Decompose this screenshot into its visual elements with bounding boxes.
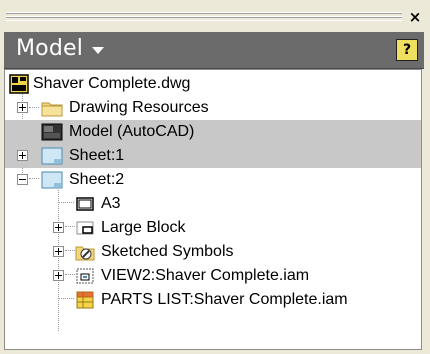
tree-item-view2[interactable]: VIEW2:Shaver Complete.iam xyxy=(5,264,421,288)
tree-item-sketched-symbols[interactable]: Sketched Symbols xyxy=(5,240,421,264)
expand-toggle[interactable] xyxy=(53,246,64,257)
tree-item-label: Sheet:1 xyxy=(69,147,125,164)
drag-grip[interactable] xyxy=(6,12,402,21)
tree-item-drawing-resources[interactable]: Drawing Resources xyxy=(5,96,421,120)
browser-title[interactable]: Model xyxy=(16,36,83,61)
tree-item-model-autocad[interactable]: Model (AutoCAD) xyxy=(5,120,421,144)
tree-item-label: Sketched Symbols xyxy=(101,243,234,260)
expand-toggle[interactable] xyxy=(53,270,64,281)
drawing-file-icon xyxy=(9,74,29,94)
border-icon xyxy=(76,197,94,211)
tree-item-shaver-complete-dwg[interactable]: Shaver Complete.dwg xyxy=(5,72,421,96)
help-button[interactable]: ? xyxy=(396,39,418,61)
drawing-view-icon xyxy=(76,268,94,284)
expand-toggle[interactable] xyxy=(53,222,64,233)
folder-icon xyxy=(41,102,63,117)
tree-item-label: Sheet:2 xyxy=(69,171,125,188)
tree-item-label: Shaver Complete.dwg xyxy=(33,75,191,92)
expand-toggle[interactable] xyxy=(17,102,28,113)
sheet-icon xyxy=(41,147,63,165)
title-block-icon xyxy=(76,221,94,235)
parts-list-icon xyxy=(76,291,94,309)
tree-item-sheet-2[interactable]: Sheet:2 xyxy=(5,168,421,192)
sketched-symbols-icon xyxy=(75,246,95,261)
tree-item-label: PARTS LIST:Shaver Complete.iam xyxy=(101,291,348,308)
tree-item-sheet-1[interactable]: Sheet:1 xyxy=(5,144,421,168)
browser-tree[interactable]: Shaver Complete.dwg Drawing Resources Mo… xyxy=(4,69,422,350)
tree-item-label: Large Block xyxy=(101,219,186,236)
close-icon[interactable]: × xyxy=(406,8,424,26)
autocad-model-icon xyxy=(41,123,63,141)
tree-item-large-block[interactable]: Large Block xyxy=(5,216,421,240)
tree-item-label: A3 xyxy=(101,195,121,212)
tree-item-a3[interactable]: A3 xyxy=(5,192,421,216)
tree-item-label: Model (AutoCAD) xyxy=(69,123,195,140)
browser-header[interactable]: Model ? xyxy=(4,32,424,69)
expand-toggle[interactable] xyxy=(17,150,28,161)
dropdown-arrow-icon[interactable] xyxy=(92,47,104,54)
tree-item-label: Drawing Resources xyxy=(69,99,209,116)
sheet-icon xyxy=(41,171,63,189)
collapse-toggle[interactable] xyxy=(17,174,28,185)
tree-item-parts-list[interactable]: PARTS LIST:Shaver Complete.iam xyxy=(5,288,421,312)
tree-item-label: VIEW2:Shaver Complete.iam xyxy=(101,267,310,284)
